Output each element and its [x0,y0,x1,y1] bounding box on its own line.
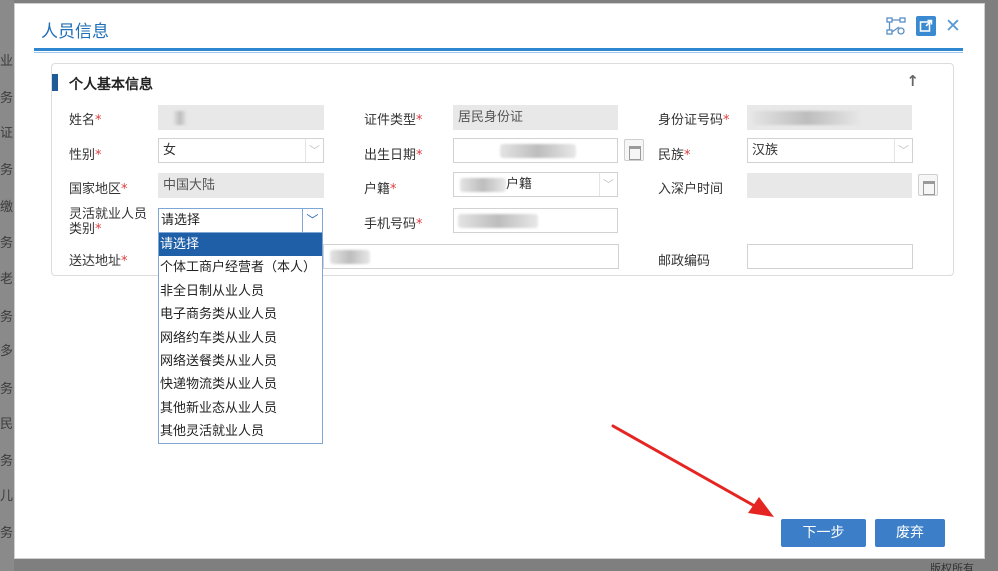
popout-icon[interactable] [916,16,936,36]
title-divider [34,48,963,51]
chevron-down-icon: ﹀ [302,209,322,232]
bg-text: 业 [0,54,14,69]
bg-bottom-text: 版权所有 [930,562,974,571]
sz-household-date-label: 入深户时间 [658,182,724,197]
bg-text: 务 [0,310,14,325]
bg-text: 务 [0,454,14,469]
bg-text: 务 [0,163,14,178]
next-step-button[interactable]: 下一步 [781,519,866,547]
bg-text: 儿 [0,489,14,504]
name-field [158,105,324,130]
gender-label: 性别* [69,148,102,163]
bg-text: 证 [0,126,14,141]
dropdown-option[interactable]: 请选择 [159,233,322,257]
id-number-label: 身份证号码* [658,113,730,128]
chevron-down-icon: ﹀ [305,139,323,162]
title-divider-light [34,52,963,53]
close-icon[interactable]: ✕ [943,15,963,37]
phone-field[interactable] [453,208,618,233]
tree-view-icon[interactable] [886,16,906,36]
sz-household-date-field [747,173,912,198]
household-select[interactable]: 户籍 ﹀ [453,172,618,197]
section-title: 个人基本信息 [69,77,153,93]
birth-date-label: 出生日期* [364,148,423,163]
postcode-field[interactable] [747,244,913,269]
dropdown-option[interactable]: 其他灵活就业人员 [159,420,322,443]
dropdown-option[interactable]: 网络送餐类从业人员 [159,350,322,373]
bg-text: 多 [0,344,14,359]
calendar-icon[interactable] [624,139,644,161]
country-label: 国家地区* [69,182,128,197]
bg-text: 缴 [0,200,14,215]
discard-button[interactable]: 废弃 [875,519,945,547]
bg-text: 民 [0,417,14,432]
section-header: 个人基本信息 ↑ [52,72,953,94]
gender-select[interactable]: 女 ﹀ [158,138,324,163]
dropdown-option[interactable]: 其他新业态从业人员 [159,397,322,420]
bg-text: 务 [0,91,14,106]
section-marker [52,74,58,91]
flex-type-dropdown-list: 请选择 个体工商户经营者（本人） 非全日制从业人员 电子商务类从业人员 网络约车… [158,232,323,444]
country-field: 中国大陆 [158,173,324,198]
ethnicity-select[interactable]: 汉族 ﹀ [747,138,913,163]
person-info-dialog: 人员信息 ✕ 个人基本信息 ↑ 姓名* 证件类型* 居民身份证 身份证号码* 性… [14,3,985,559]
calendar-icon[interactable] [918,174,938,196]
name-label: 姓名* [69,113,102,128]
background-page: 业 务 证 务 缴 务 老 务 多 务 民 务 儿 务 [0,0,14,571]
id-number-field [747,105,912,130]
flex-employment-type-select[interactable]: 请选择 ﹀ [158,208,323,233]
dropdown-option[interactable]: 电子商务类从业人员 [159,303,322,326]
id-type-field: 居民身份证 [453,105,618,130]
dropdown-option[interactable]: 网络约车类从业人员 [159,327,322,350]
arrow-up-icon[interactable]: ↑ [906,72,919,90]
household-label: 户籍* [364,182,397,197]
dropdown-option[interactable]: 快递物流类从业人员 [159,373,322,396]
chevron-down-icon: ﹀ [894,139,912,162]
bg-text: 务 [0,382,14,397]
dropdown-option[interactable]: 个体工商户经营者（本人） [159,256,322,279]
address-field[interactable] [323,244,619,269]
postcode-label: 邮政编码 [658,254,711,269]
birth-date-field[interactable] [453,138,618,163]
chevron-down-icon: ﹀ [599,173,617,196]
bg-text: 务 [0,526,14,541]
id-type-label: 证件类型* [364,113,423,128]
bg-text: 务 [0,236,14,251]
bg-text: 老 [0,272,14,287]
ethnicity-label: 民族* [658,148,691,163]
dropdown-option[interactable]: 非全日制从业人员 [159,280,322,303]
flex-type-label: 灵活就业人员 类别* [69,207,148,237]
dialog-title-bar: 人员信息 ✕ [15,4,984,52]
address-label: 送达地址* [69,254,128,269]
phone-label: 手机号码* [364,217,423,232]
dialog-title: 人员信息 [41,22,109,42]
